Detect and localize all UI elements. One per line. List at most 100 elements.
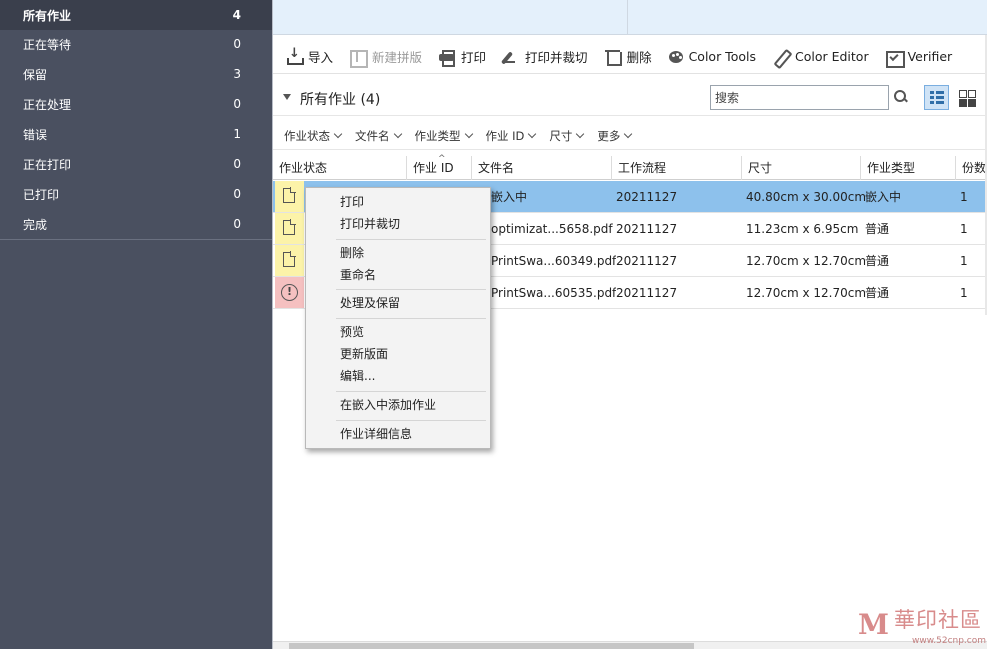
menu-separator <box>336 391 486 392</box>
sidebar-item-printing[interactable]: 正在打印 0 <box>0 149 272 179</box>
scrollbar-thumb[interactable] <box>289 643 694 649</box>
sidebar-item-count: 0 <box>233 217 241 231</box>
menu-separator <box>336 420 486 421</box>
palette-icon <box>668 49 684 65</box>
toolbar: 导入 新建拼版 打印 打印并裁切 删除 Color Tools Color Ed… <box>273 40 987 74</box>
filter-label: 作业状态 <box>284 128 330 143</box>
chevron-down-icon <box>528 129 537 138</box>
size-cell: 11.23cm x 6.95cm <box>746 222 859 236</box>
sidebar: 所有作业 4 正在等待 0 保留 3 正在处理 0 错误 1 正在打印 0 已打… <box>0 0 272 649</box>
sidebar-item-label: 正在等待 <box>23 37 72 52</box>
import-button[interactable]: 导入 <box>285 46 334 66</box>
new-layout-icon <box>349 49 369 68</box>
watermark-text: 華印社區 <box>894 608 982 632</box>
sidebar-item-printed[interactable]: 已打印 0 <box>0 179 272 209</box>
color-tools-button[interactable]: Color Tools <box>668 49 756 65</box>
menu-item-print-cut[interactable]: 打印并裁切 <box>306 213 490 235</box>
menu-item-print[interactable]: 打印 <box>306 191 490 213</box>
size-cell: 12.70cm x 12.70cm <box>746 254 867 268</box>
menu-item-add-to-nesting[interactable]: 在嵌入中添加作业 <box>306 394 490 416</box>
column-header-size[interactable]: 尺寸 <box>742 156 861 180</box>
job-type-cell: 普通 <box>865 286 890 300</box>
sidebar-item-count: 3 <box>233 67 241 81</box>
sidebar-item-count: 0 <box>233 37 241 51</box>
sidebar-item-error[interactable]: 错误 1 <box>0 119 272 149</box>
print-cut-button[interactable]: 打印并裁切 <box>502 47 588 66</box>
grid-view-icon[interactable] <box>954 85 979 110</box>
filename-cell: 嵌入中 <box>491 190 528 204</box>
sidebar-item-label: 已打印 <box>23 187 60 202</box>
import-label: 导入 <box>308 50 334 65</box>
sidebar-divider <box>0 239 272 240</box>
color-editor-label: Color Editor <box>794 49 869 64</box>
print-cut-label: 打印并裁切 <box>525 50 588 65</box>
status-cell <box>275 245 304 276</box>
new-layout-label: 新建拼版 <box>372 50 423 65</box>
filename-cell: PrintSwa...60535.pdf <box>491 286 617 300</box>
menu-item-rename[interactable]: 重命名 <box>306 264 490 286</box>
menu-item-job-details[interactable]: 作业详细信息 <box>306 423 490 445</box>
color-tools-label: Color Tools <box>688 49 756 64</box>
context-menu: 打印 打印并裁切 删除 重命名 处理及保留 预览 更新版面 编辑... 在嵌入中… <box>305 187 491 449</box>
menu-item-delete[interactable]: 删除 <box>306 242 490 264</box>
size-cell: 40.80cm x 30.00cm <box>746 190 867 204</box>
delete-button[interactable]: 删除 <box>604 47 652 66</box>
workflow-cell: 20211127 <box>616 254 678 268</box>
filter-job-status[interactable]: 作业状态 <box>284 128 343 144</box>
column-header-copies[interactable]: 份数 <box>956 156 987 180</box>
filter-label: 更多 <box>597 128 621 143</box>
column-header-filename[interactable]: 文件名 <box>472 156 612 180</box>
section-header: 所有作业 (4) <box>273 80 987 116</box>
trash-icon <box>604 49 622 66</box>
column-header-workflow[interactable]: 工作流程 <box>612 156 742 180</box>
verifier-icon <box>885 49 905 68</box>
pen-icon <box>772 49 790 65</box>
print-label: 打印 <box>461 50 487 65</box>
search-input[interactable] <box>710 85 889 110</box>
chevron-down-icon <box>624 129 633 138</box>
print-button[interactable]: 打印 <box>438 47 487 67</box>
menu-item-preview[interactable]: 预览 <box>306 321 490 343</box>
menu-item-process-hold[interactable]: 处理及保留 <box>306 292 490 314</box>
sidebar-item-waiting[interactable]: 正在等待 0 <box>0 29 272 59</box>
workflow-cell: 20211127 <box>616 286 678 300</box>
collapse-triangle-icon[interactable] <box>283 94 291 100</box>
document-icon <box>283 251 296 267</box>
new-layout-button[interactable]: 新建拼版 <box>349 47 423 68</box>
filter-job-type[interactable]: 作业类型 <box>415 128 473 144</box>
search-icon[interactable] <box>894 90 908 104</box>
column-header-status[interactable]: 作业状态 <box>273 156 407 180</box>
list-view-icon[interactable] <box>924 85 949 110</box>
filter-filename[interactable]: 文件名 <box>355 128 402 144</box>
menu-separator <box>336 239 486 240</box>
document-icon <box>283 187 296 203</box>
error-icon: ! <box>281 284 298 301</box>
color-editor-button[interactable]: Color Editor <box>772 49 869 65</box>
copies-cell: 1 <box>960 222 968 236</box>
sidebar-item-held[interactable]: 保留 3 <box>0 59 272 89</box>
menu-separator <box>336 318 486 319</box>
sidebar-item-all-jobs[interactable]: 所有作业 4 <box>0 0 272 30</box>
chevron-down-icon <box>464 129 473 138</box>
menu-item-edit[interactable]: 编辑... <box>306 365 490 387</box>
filename-cell: optimizat...5658.pdf <box>491 222 613 236</box>
filter-job-id[interactable]: 作业 ID <box>485 128 537 144</box>
import-icon <box>285 46 304 65</box>
job-type-cell: 普通 <box>865 254 890 268</box>
chevron-down-icon <box>576 129 585 138</box>
sidebar-item-processing[interactable]: 正在处理 0 <box>0 89 272 119</box>
table-header: 作业状态 作业 ID ^ 文件名 工作流程 尺寸 作业类型 份数 <box>273 154 987 180</box>
sidebar-item-label: 正在打印 <box>23 157 72 172</box>
filter-label: 作业 ID <box>485 128 525 143</box>
filter-label: 尺寸 <box>549 128 573 143</box>
filter-size[interactable]: 尺寸 <box>549 128 585 144</box>
verifier-button[interactable]: Verifier <box>885 49 952 68</box>
copies-cell: 1 <box>960 254 968 268</box>
filter-more[interactable]: 更多 <box>597 128 633 144</box>
sidebar-item-completed[interactable]: 完成 0 <box>0 209 272 239</box>
workflow-cell: 20211127 <box>616 222 678 236</box>
column-header-job-type[interactable]: 作业类型 <box>861 156 956 180</box>
job-type-cell: 嵌入中 <box>865 190 902 204</box>
status-cell <box>275 181 304 212</box>
menu-item-update-layout[interactable]: 更新版面 <box>306 343 490 365</box>
